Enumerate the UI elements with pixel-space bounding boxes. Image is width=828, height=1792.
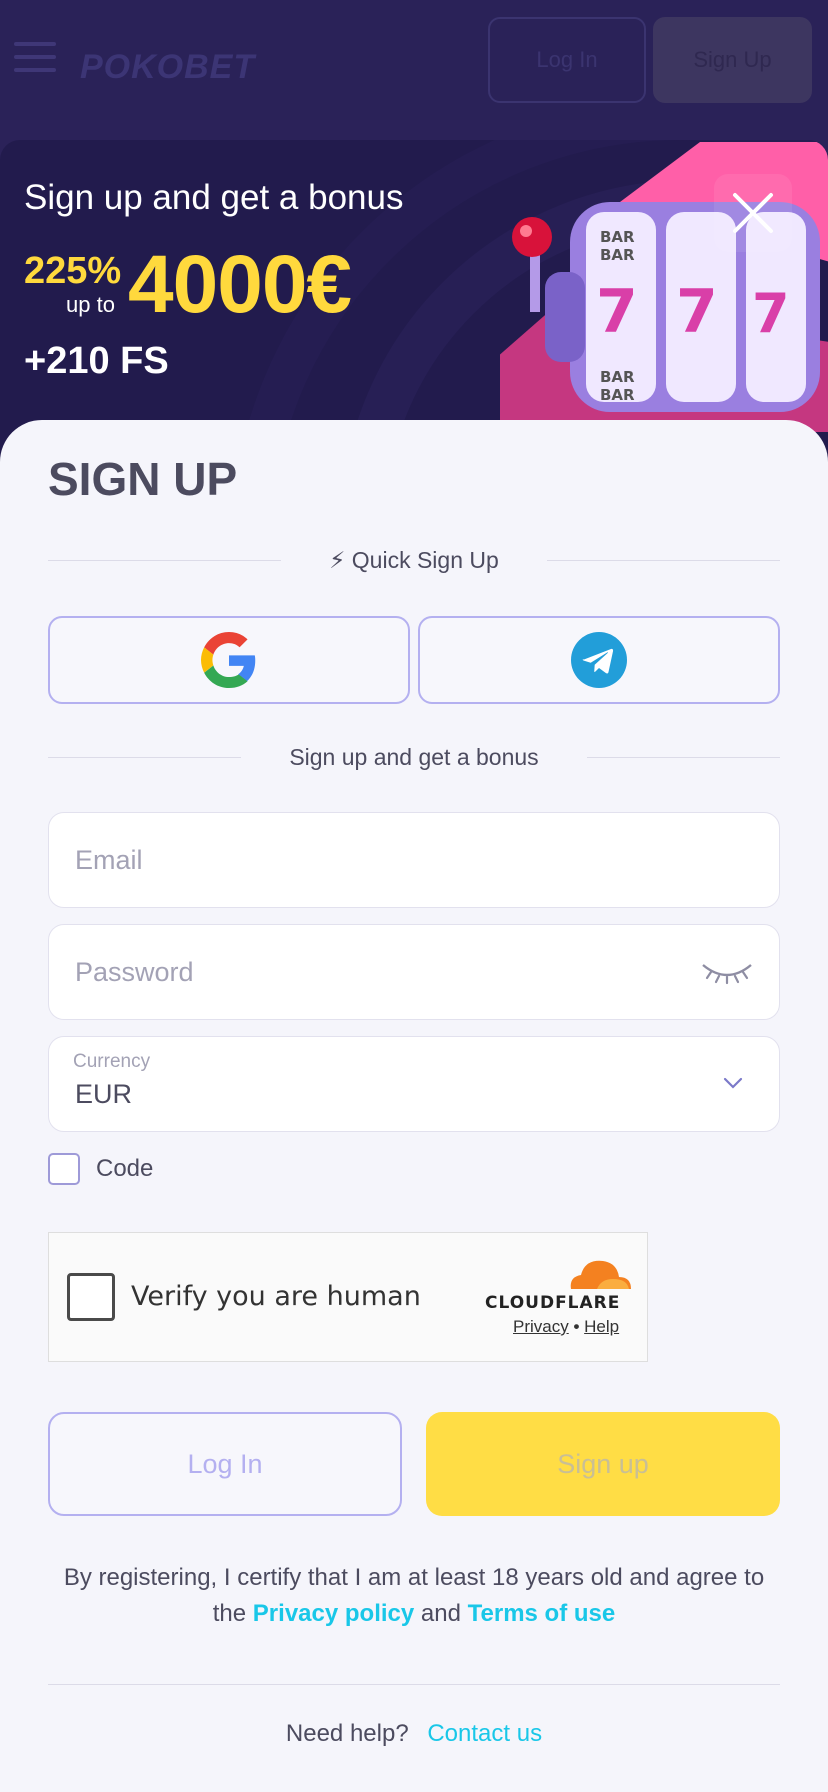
header-signup-button[interactable]: Sign Up <box>653 17 812 103</box>
captcha-separator: • <box>568 1317 585 1336</box>
cloudflare-icon <box>570 1260 631 1289</box>
close-icon <box>733 193 773 233</box>
svg-text:BAR: BAR <box>600 228 635 246</box>
svg-text:7: 7 <box>676 277 718 347</box>
svg-text:7: 7 <box>752 282 790 345</box>
currency-value: EUR <box>75 1079 133 1109</box>
contact-us-link[interactable]: Contact us <box>427 1720 542 1747</box>
svg-text:BAR: BAR <box>600 246 635 264</box>
signup-button[interactable]: Sign up <box>426 1412 780 1516</box>
bonus-divider: Sign up and get a bonus <box>48 742 780 772</box>
page-title: SIGN UP <box>48 453 238 505</box>
help-text: Need help? <box>285 1720 409 1747</box>
bonus-percent: 225% <box>24 250 122 292</box>
menu-icon[interactable] <box>14 42 56 76</box>
top-header: POKOBET Log In Sign Up <box>0 0 828 120</box>
signup-modal: SIGN UP ⚡ Quick Sign Up Sign up and get … <box>0 420 828 1792</box>
footer-divider <box>48 1684 780 1685</box>
code-checkbox[interactable] <box>48 1153 80 1185</box>
help-row: Need help? Contact us <box>48 1720 780 1748</box>
banner-title: Sign up and get a bonus <box>24 178 404 217</box>
quick-signup-label: ⚡ Quick Sign Up <box>329 546 499 573</box>
telegram-icon <box>571 632 627 688</box>
login-button[interactable]: Log In <box>48 1412 402 1516</box>
password-field[interactable]: Password <box>48 924 780 1020</box>
captcha-checkbox[interactable] <box>67 1273 115 1321</box>
captcha-widget: Verify you are human CLOUDFLARE Privacy … <box>48 1232 648 1362</box>
code-toggle[interactable]: Code <box>48 1153 153 1185</box>
bonus-amount: 4000€ <box>128 239 352 330</box>
legal-prefix: By registering, I certify that I am at l… <box>63 1564 765 1627</box>
google-signup-button[interactable] <box>48 616 410 704</box>
site-logo[interactable]: POKOBET <box>80 48 255 87</box>
terms-of-use-link[interactable]: Terms of use <box>468 1600 616 1627</box>
email-placeholder: Email <box>75 845 143 875</box>
privacy-policy-link[interactable]: Privacy policy <box>253 1600 414 1627</box>
legal-text: By registering, I certify that I am at l… <box>48 1560 780 1632</box>
google-icon <box>201 632 256 688</box>
captcha-brand: CLOUDFLARE <box>485 1293 621 1313</box>
legal-and: and <box>420 1600 461 1627</box>
captcha-text: Verify you are human <box>131 1281 421 1312</box>
currency-label: Currency <box>73 1051 151 1072</box>
bonus-divider-label: Sign up and get a bonus <box>289 743 539 770</box>
captcha-links: Privacy • Help <box>513 1317 619 1337</box>
currency-select[interactable]: Currency EUR <box>48 1036 780 1132</box>
password-placeholder: Password <box>75 957 194 987</box>
free-spins: +210 FS <box>24 340 169 382</box>
svg-text:BAR: BAR <box>600 386 635 404</box>
svg-text:7: 7 <box>596 277 638 347</box>
svg-text:BAR: BAR <box>600 368 635 386</box>
quick-signup-divider: ⚡ Quick Sign Up <box>48 545 781 575</box>
code-label: Code <box>96 1155 154 1182</box>
captcha-privacy-link[interactable]: Privacy <box>513 1317 569 1336</box>
telegram-signup-button[interactable] <box>418 616 780 704</box>
chevron-down-icon <box>723 1077 743 1089</box>
eye-closed-icon[interactable] <box>701 959 753 985</box>
header-login-button[interactable]: Log In <box>488 17 646 103</box>
email-field[interactable]: Email <box>48 812 780 908</box>
close-button[interactable] <box>714 174 792 252</box>
bonus-up-to: up to <box>66 292 115 317</box>
captcha-help-link[interactable]: Help <box>584 1317 619 1336</box>
